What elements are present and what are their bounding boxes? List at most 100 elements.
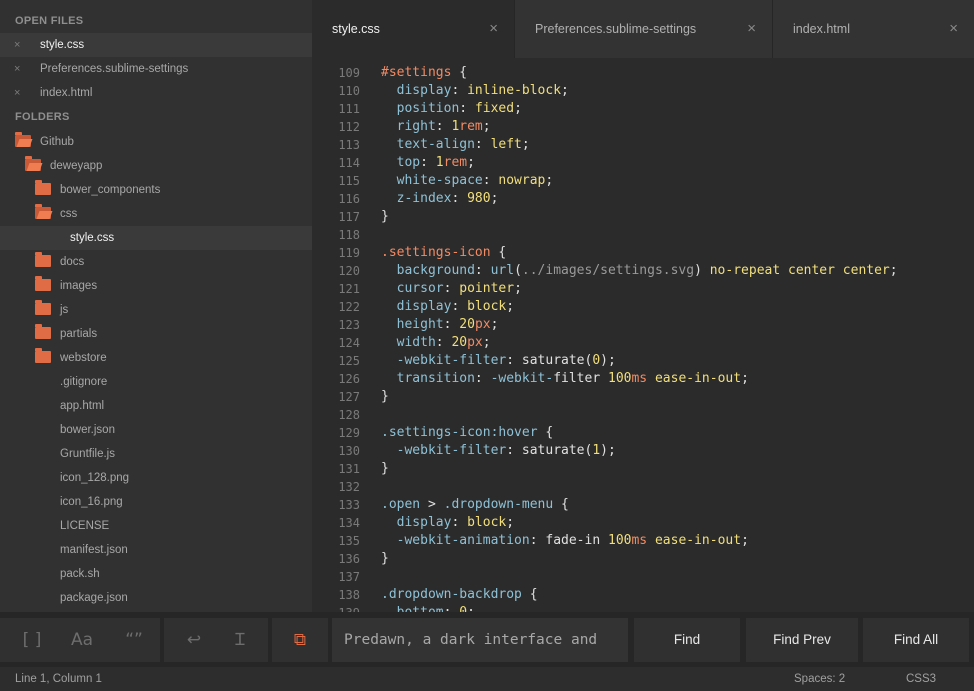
- code-token: ): [694, 263, 710, 278]
- find-button[interactable]: Find: [634, 618, 740, 662]
- line-number: 133: [338, 498, 360, 512]
- code-token: {: [537, 425, 554, 440]
- tree-file-item[interactable]: .gitignore: [0, 370, 312, 394]
- find-prev-button[interactable]: Find Prev: [746, 618, 858, 662]
- tab-preferences[interactable]: Preferences.sublime-settings ×: [515, 0, 773, 58]
- code-token: ;: [889, 263, 898, 278]
- tree-item-partials[interactable]: partials: [0, 322, 312, 346]
- tree-item-webstore[interactable]: webstore: [0, 346, 312, 370]
- close-icon[interactable]: ×: [14, 81, 20, 105]
- tree-item-label: css: [60, 208, 78, 220]
- open-file-item[interactable]: × style.css: [0, 33, 312, 57]
- code-editor[interactable]: 109 #settings {110 display: inline-block;…: [312, 58, 974, 612]
- tree-file-item[interactable]: package.json: [0, 586, 312, 610]
- line-number: 122: [338, 300, 360, 314]
- close-icon[interactable]: ×: [14, 33, 20, 57]
- tree-file-item[interactable]: manifest.json: [0, 538, 312, 562]
- whole-word-icon[interactable]: “”: [108, 618, 160, 662]
- tree-file-item[interactable]: Gruntfile.js: [0, 442, 312, 466]
- folder-icon: [35, 300, 51, 315]
- wrap-icon[interactable]: ↩: [168, 618, 220, 662]
- code-text: .open > .dropdown-menu {: [381, 496, 569, 514]
- tree-item-label: LICENSE: [60, 520, 110, 532]
- line-number: 123: [338, 318, 360, 332]
- close-icon[interactable]: ×: [949, 0, 958, 58]
- code-token: .dropdown-menu: [443, 497, 554, 512]
- code-token: ;: [467, 155, 475, 170]
- code-token: :: [451, 299, 468, 314]
- tree-item-label: partials: [60, 328, 98, 340]
- open-file-item[interactable]: × index.html: [0, 81, 312, 105]
- tree-item-style-css[interactable]: style.css: [0, 226, 312, 250]
- open-file-label: index.html: [40, 87, 93, 99]
- tree-item-label: icon_16.png: [60, 496, 123, 508]
- tree-file-item[interactable]: app.html: [0, 394, 312, 418]
- tree-item-images[interactable]: images: [0, 274, 312, 298]
- case-sensitive-icon[interactable]: Aa: [56, 618, 108, 662]
- code-text: -webkit-filter: saturate(1);: [381, 442, 616, 460]
- code-text: display: block;: [381, 298, 514, 316]
- regex-toggle-icon[interactable]: [ ]: [6, 618, 58, 662]
- line-number: 129: [338, 426, 360, 440]
- in-selection-icon[interactable]: Ɪ: [214, 618, 266, 662]
- tree-file-item[interactable]: icon_128.png: [0, 466, 312, 490]
- code-token: -webkit-: [490, 371, 554, 386]
- line-number: 139: [312, 604, 360, 612]
- code-token: :: [451, 191, 468, 206]
- code-text: bottom: 0;: [381, 604, 475, 612]
- tree-item-label: package.json: [60, 592, 128, 604]
- line-number: 115: [338, 174, 360, 188]
- code-token: filter: [553, 371, 608, 386]
- tab-style-css[interactable]: style.css ×: [312, 0, 515, 58]
- line-number: 111: [338, 102, 360, 116]
- tree-item-docs[interactable]: docs: [0, 250, 312, 274]
- tree-item-deweyapp[interactable]: deweyapp: [0, 154, 312, 178]
- find-all-button[interactable]: Find All: [863, 618, 969, 662]
- close-icon[interactable]: ×: [747, 0, 756, 58]
- close-icon[interactable]: ×: [489, 0, 498, 58]
- code-token: .open: [381, 497, 421, 512]
- open-file-item[interactable]: × Preferences.sublime-settings: [0, 57, 312, 81]
- code-token: right: [381, 119, 436, 134]
- tree-item-js[interactable]: js: [0, 298, 312, 322]
- code-token: -webkit-animation: [381, 533, 530, 548]
- syntax-status[interactable]: CSS3: [906, 667, 936, 691]
- tree-item-css[interactable]: css: [0, 202, 312, 226]
- code-text: }: [381, 550, 389, 568]
- code-token: ;: [482, 119, 491, 134]
- tree-item-label: icon_128.png: [60, 472, 130, 484]
- tree-file-item[interactable]: bower.json: [0, 418, 312, 442]
- code-text: width: 20px;: [381, 334, 491, 352]
- code-token: position: [381, 101, 460, 116]
- find-input[interactable]: [332, 618, 628, 662]
- code-token: ease-in-out: [647, 371, 742, 386]
- code-token: rem: [443, 155, 468, 170]
- tree-file-item[interactable]: pack.sh: [0, 562, 312, 586]
- code-token: nowrap: [498, 173, 546, 188]
- tree-item-github[interactable]: Github: [0, 130, 312, 154]
- tab-index-html[interactable]: index.html ×: [773, 0, 974, 58]
- sidebar: OPEN FILES × style.css × Preferences.sub…: [0, 0, 312, 612]
- tree-item-label: bower_components: [60, 184, 161, 196]
- code-token: :: [474, 137, 491, 152]
- code-token: left: [490, 137, 522, 152]
- folder-icon: [35, 276, 51, 291]
- code-token: :: [420, 155, 436, 170]
- code-token: :: [435, 335, 452, 350]
- folder-icon: [35, 348, 51, 363]
- line-number: 132: [338, 480, 360, 494]
- tab-label: index.html: [793, 22, 850, 36]
- code-token: text-align: [381, 137, 475, 152]
- tab-label: Preferences.sublime-settings: [535, 22, 697, 36]
- code-token: }: [381, 551, 389, 566]
- code-token: ;: [482, 335, 491, 350]
- code-text: white-space: nowrap;: [381, 172, 554, 190]
- highlight-matches-icon[interactable]: ⧉: [274, 618, 326, 662]
- close-icon[interactable]: ×: [14, 57, 20, 81]
- find-panel: [ ] Aa “” ↩ Ɪ ⧉ Find Find Prev Find All: [0, 612, 974, 667]
- tree-file-item[interactable]: LICENSE: [0, 514, 312, 538]
- line-number: 131: [338, 462, 360, 476]
- tree-file-item[interactable]: icon_16.png: [0, 490, 312, 514]
- indentation-status[interactable]: Spaces: 2: [794, 667, 845, 691]
- tree-item-bower-components[interactable]: bower_components: [0, 178, 312, 202]
